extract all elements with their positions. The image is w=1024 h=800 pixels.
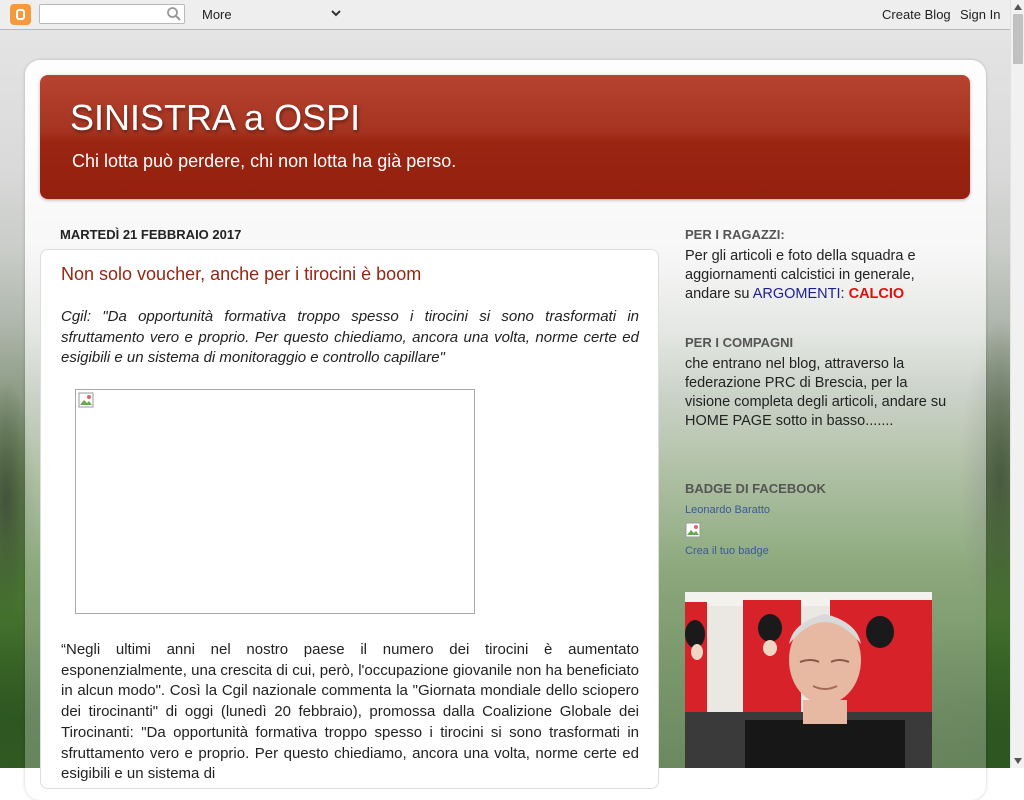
post-card: Non solo voucher, anche per i tirocini è… (40, 249, 659, 789)
post-date: MARTEDÌ 21 FEBBRAIO 2017 (60, 227, 242, 242)
compagni-heading: PER I COMPAGNI (685, 335, 794, 350)
profile-photo-illustration (685, 592, 932, 768)
ragazzi-text: Per gli articoli e foto della squadra e … (685, 247, 950, 304)
scrollbar-thumb[interactable] (1013, 14, 1023, 64)
scroll-down-icon[interactable] (1013, 756, 1023, 766)
blog-title[interactable]: SINISTRA a OSPI (70, 97, 360, 139)
profile-photo (685, 592, 932, 768)
vertical-scrollbar[interactable] (1010, 0, 1024, 768)
calcio-link[interactable]: CALCIO (849, 286, 905, 302)
search-input[interactable] (39, 4, 185, 24)
post-intro: Cgil: "Da opportunità formativa troppo s… (61, 308, 639, 367)
facebook-name-link[interactable]: Leonardo Baratto (685, 504, 770, 516)
facebook-create-badge-link[interactable]: Crea il tuo badge (685, 545, 769, 557)
create-blog-link[interactable]: Create Blog (882, 7, 951, 22)
broken-image-icon[interactable] (685, 522, 701, 538)
broken-image-icon (78, 392, 94, 408)
scroll-up-icon[interactable] (1013, 2, 1023, 12)
chevron-down-icon[interactable] (330, 7, 342, 19)
ragazzi-separator: : (840, 286, 845, 302)
facebook-heading: BADGE DI FACEBOOK (685, 481, 826, 496)
post-title[interactable]: Non solo voucher, anche per i tirocini è… (61, 264, 421, 285)
search-icon[interactable] (166, 6, 182, 22)
argomenti-link[interactable]: ARGOMENTI (753, 286, 841, 302)
blog-description: Chi lotta può perdere, chi non lotta ha … (72, 151, 457, 171)
blog-header: SINISTRA a OSPI Chi lotta può perdere, c… (40, 75, 970, 199)
sign-in-link[interactable]: Sign In (960, 7, 1000, 22)
more-menu[interactable]: More (202, 7, 232, 22)
blogger-navbar: More Create Blog Sign In (0, 0, 1024, 30)
compagni-text: che entrano nel blog, attraverso la fede… (685, 356, 947, 429)
blogger-icon[interactable] (10, 4, 31, 25)
post-body: “Negli ultimi anni nel nostro paese il n… (61, 641, 639, 783)
post-image[interactable] (75, 389, 475, 614)
ragazzi-heading: PER I RAGAZZI: (685, 227, 785, 242)
